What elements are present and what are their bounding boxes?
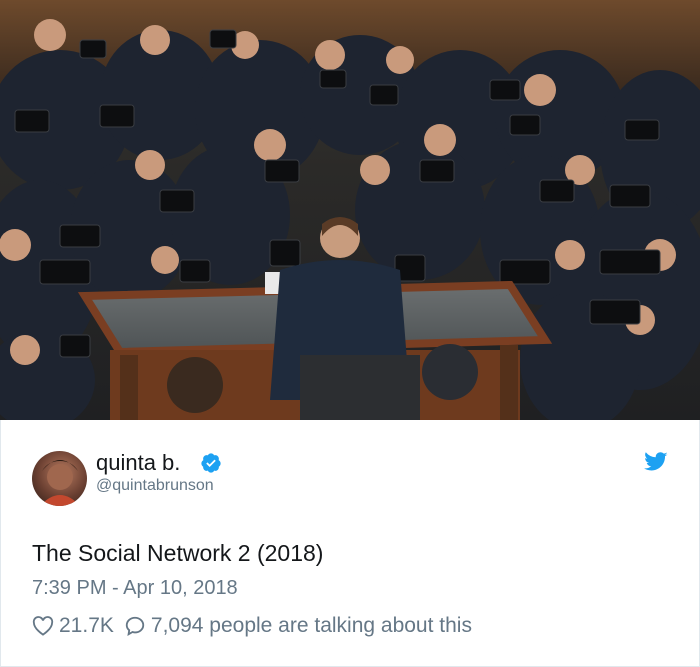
avatar-portrait [40,460,80,506]
reply-bubble-icon[interactable] [124,615,146,637]
tweet-actions: 21.7K 7,094 people are talking about thi… [32,614,472,638]
twitter-bird-icon[interactable] [644,452,668,472]
like-count[interactable]: 21.7K [59,614,114,638]
avatar[interactable] [32,451,87,506]
verified-badge-icon [201,453,221,473]
tweet-body: quinta b. @quintabrunson The Social Netw… [0,420,700,667]
photo-illustration [0,0,700,420]
display-name[interactable]: quinta b. [96,450,180,476]
tweet-timestamp[interactable]: 7:39 PM - Apr 10, 2018 [32,577,238,600]
tweet-text: The Social Network 2 (2018) [32,540,324,566]
talking-count[interactable]: 7,094 people are talking about this [151,614,472,638]
heart-icon[interactable] [32,616,54,636]
tweet-photo[interactable] [0,0,700,420]
tweet-card: quinta b. @quintabrunson The Social Netw… [0,0,700,667]
user-handle[interactable]: @quintabrunson [96,477,214,495]
